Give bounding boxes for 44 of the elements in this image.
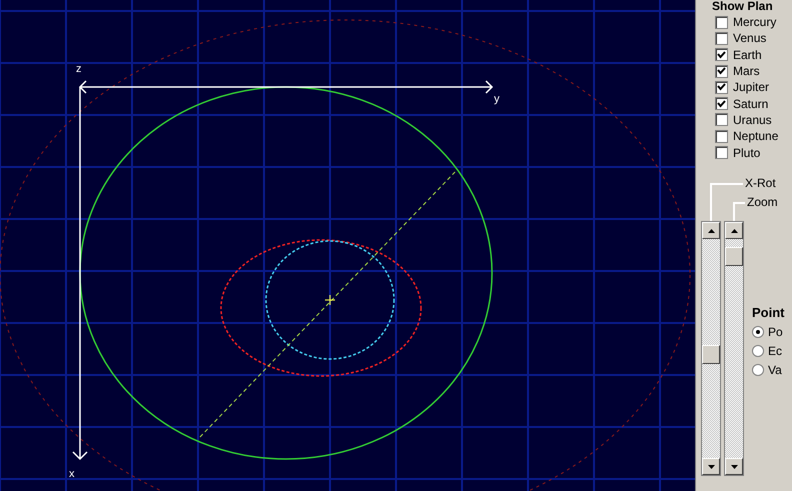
down-arrow-icon: [708, 464, 714, 468]
radio-label: Va: [768, 364, 782, 376]
checkbox[interactable]: [715, 80, 728, 94]
axis-label: y: [494, 94, 500, 105]
group-title: Show Plan: [712, 0, 773, 12]
radio-button[interactable]: [752, 326, 764, 338]
checkbox[interactable]: [715, 32, 728, 45]
checkbox[interactable]: [715, 48, 728, 62]
radio-button[interactable]: [752, 364, 764, 376]
checkbox[interactable]: [715, 113, 728, 126]
checkbox-label: Venus: [733, 32, 766, 44]
checkbox[interactable]: [715, 16, 728, 29]
axis-label: z: [76, 64, 82, 75]
radio-label: Po: [768, 326, 783, 338]
scrollbar[interactable]: [701, 221, 721, 476]
crosshair-icon: [324, 294, 336, 306]
scroll-up-button[interactable]: [725, 222, 743, 239]
checkbox-label: Mars: [733, 65, 760, 78]
up-arrow-icon: [708, 228, 714, 232]
checkbox-label: Earth: [733, 48, 762, 61]
checkbox-label: Pluto: [733, 146, 760, 159]
slider-label: X-Rot: [745, 177, 776, 189]
down-arrow-icon: [730, 464, 738, 468]
radio-label: Ec: [768, 344, 782, 356]
scroll-down-button[interactable]: [725, 458, 743, 475]
checkbox[interactable]: [715, 97, 728, 110]
checkbox-label: Jupiter: [733, 81, 770, 94]
checkbox-label: Uranus: [733, 114, 772, 126]
scroll-up-button[interactable]: [702, 222, 720, 239]
group-title: Point: [752, 306, 786, 319]
slider-thumb[interactable]: [702, 345, 720, 364]
checkbox-label: Neptune: [733, 130, 778, 142]
axis-label: x: [69, 469, 74, 480]
slider-thumb[interactable]: [725, 247, 743, 266]
up-arrow-icon: [730, 228, 738, 232]
checkbox-label: Saturn: [733, 98, 768, 110]
scroll-down-button[interactable]: [702, 458, 720, 475]
scrollbar[interactable]: [724, 221, 744, 476]
checkbox-label: Mercury: [733, 16, 776, 28]
radio-button[interactable]: [752, 344, 764, 356]
checkbox[interactable]: [715, 64, 728, 78]
slider-label: Zoom: [747, 196, 778, 208]
checkbox[interactable]: [715, 130, 728, 143]
checkbox[interactable]: [715, 146, 728, 160]
